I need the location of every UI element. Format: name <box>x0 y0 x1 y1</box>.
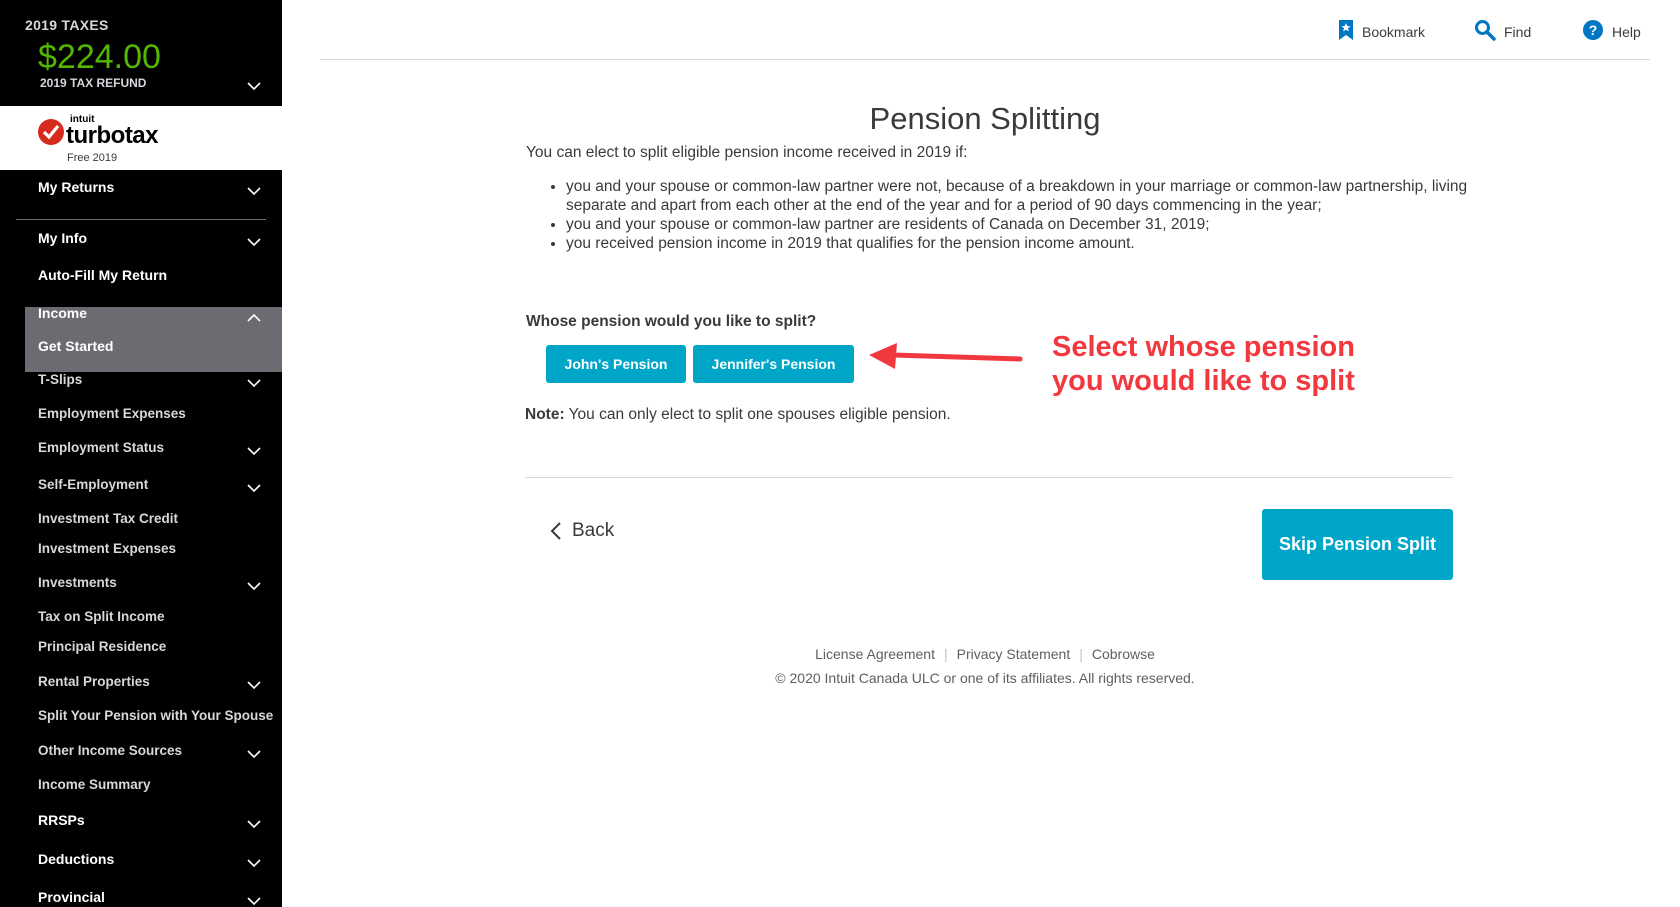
skip-pension-split-button[interactable]: Skip Pension Split <box>1262 509 1453 580</box>
sidebar-item-label: Provincial <box>38 889 105 905</box>
back-button[interactable]: Back <box>550 520 614 542</box>
page-title: Pension Splitting <box>869 100 1101 136</box>
logo-edition-text: Free 2019 <box>67 152 118 164</box>
sidebar-item-label: T-Slips <box>38 372 83 387</box>
help-button[interactable]: ? Help <box>1582 19 1641 44</box>
list-item: you received pension income in 2019 that… <box>566 234 1471 253</box>
sidebar: 2019 TAXES $224.00 2019 TAX REFUND intui… <box>0 0 282 907</box>
annotation-callout: Select whose pension you would like to s… <box>1052 330 1355 398</box>
find-label: Find <box>1504 23 1532 40</box>
sidebar-item-label: My Returns <box>38 179 115 195</box>
sidebar-item-label: Get Started <box>38 338 114 354</box>
privacy-statement-link[interactable]: Privacy Statement <box>957 646 1071 662</box>
note-text: Note: You can only elect to split one sp… <box>525 406 951 424</box>
sidebar-item-label: Employment Expenses <box>38 406 186 421</box>
help-icon: ? <box>1582 19 1604 44</box>
cobrowse-link[interactable]: Cobrowse <box>1092 646 1155 662</box>
turbotax-logo: intuit turbotax Free 2019 <box>0 106 282 170</box>
list-item: you and your spouse or common-law partne… <box>566 177 1471 215</box>
top-toolbar: Bookmark Find ? Help <box>320 0 1650 60</box>
annotation-line: you would like to split <box>1052 365 1355 397</box>
sidebar-item-label: Rental Properties <box>38 674 150 689</box>
sidebar-item-label: RRSPs <box>38 812 85 828</box>
refund-title: 2019 TAXES <box>25 17 109 33</box>
footer-separator: | <box>1079 646 1083 662</box>
annotation-line: Select whose pension <box>1052 331 1355 363</box>
back-label: Back <box>572 520 615 541</box>
annotation-arrow <box>869 343 1023 369</box>
sidebar-item-label: Principal Residence <box>38 639 167 654</box>
footer-links: License Agreement | Privacy Statement | Cobr… <box>520 646 1450 662</box>
sidebar-divider <box>16 219 266 220</box>
criteria-list: you and your spouse or common-law partne… <box>545 177 1471 253</box>
sidebar-item-label: Other Income Sources <box>38 743 183 758</box>
sidebar-item-label: Investments <box>38 575 117 590</box>
search-icon <box>1474 19 1496 44</box>
sidebar-item-label: Auto-Fill My Return <box>38 267 168 283</box>
chevron-down-icon <box>247 579 261 594</box>
chevron-down-icon <box>247 816 261 832</box>
logo-brand-text: turbotax <box>66 122 159 149</box>
sidebar-item-label: Investment Expenses <box>38 541 177 556</box>
find-button[interactable]: Find <box>1474 19 1531 44</box>
sidebar-item-label: Income <box>38 305 88 321</box>
sidebar-item-label: Tax on Split Income <box>38 609 165 624</box>
jennifers-pension-button[interactable]: Jennifer's Pension <box>693 345 854 383</box>
license-agreement-link[interactable]: License Agreement <box>815 646 935 662</box>
note-body: You can only elect to split one spouses … <box>564 406 951 423</box>
chevron-down-icon <box>247 747 261 762</box>
chevron-down-icon <box>247 678 261 693</box>
sidebar-item-label: Split Your Pension with Your Spouse <box>38 708 274 723</box>
content-divider <box>525 477 1453 478</box>
johns-pension-button[interactable]: John's Pension <box>546 345 686 383</box>
bookmark-label: Bookmark <box>1362 23 1426 40</box>
refund-label: 2019 TAX REFUND <box>40 76 147 90</box>
copyright-text: © 2020 Intuit Canada ULC or one of its a… <box>775 670 1195 686</box>
refund-amount: $224.00 <box>38 38 161 76</box>
intro-text: You can elect to split eligible pension … <box>526 144 968 161</box>
chevron-down-icon <box>247 444 261 459</box>
chevron-down-icon <box>247 855 261 871</box>
pension-question: Whose pension would you like to split? <box>526 313 817 330</box>
chevron-down-icon <box>247 893 261 907</box>
sidebar-item-label: Income Summary <box>38 777 151 792</box>
chevron-down-icon[interactable] <box>247 78 261 96</box>
chevron-down-icon <box>247 481 261 496</box>
sidebar-item-label: My Info <box>38 230 87 246</box>
chevron-left-icon <box>550 522 561 540</box>
chevron-down-icon <box>247 183 261 199</box>
footer-separator: | <box>943 646 948 662</box>
help-label: Help <box>1612 23 1641 40</box>
note-label: Note: <box>525 406 565 423</box>
chevron-down-icon <box>247 234 261 250</box>
list-item: you and your spouse or common-law partne… <box>566 215 1471 234</box>
sidebar-item-label: Self-Employment <box>38 477 149 492</box>
chevron-down-icon <box>247 376 261 391</box>
svg-text:?: ? <box>1589 22 1598 38</box>
sidebar-item-label: Deductions <box>38 851 115 867</box>
sidebar-item-label: Employment Status <box>38 440 165 455</box>
bookmark-button[interactable]: Bookmark <box>1338 19 1425 44</box>
bookmark-icon <box>1338 19 1354 44</box>
sidebar-item-label: Investment Tax Credit <box>38 511 179 526</box>
checkmark-logo-icon <box>38 119 64 145</box>
refund-summary[interactable]: 2019 TAXES $224.00 2019 TAX REFUND <box>0 0 282 106</box>
chevron-up-icon <box>247 309 261 325</box>
